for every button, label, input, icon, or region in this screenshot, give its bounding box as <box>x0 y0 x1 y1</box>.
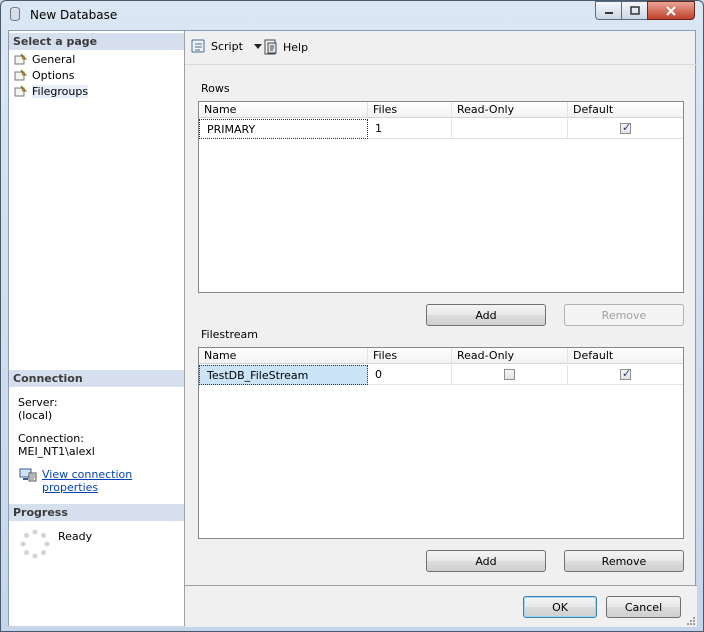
title-bar: New Database <box>1 1 703 29</box>
column-header-files[interactable]: Files <box>368 102 452 118</box>
rows-group-label: Rows <box>201 82 230 95</box>
help-label: Help <box>283 40 309 54</box>
page-icon <box>14 85 28 97</box>
page-item-label: Options <box>32 68 75 82</box>
column-header-read-only[interactable]: Read-Only <box>452 102 568 118</box>
resize-grip-icon[interactable] <box>685 615 695 625</box>
select-page-header: Select a page <box>9 33 184 50</box>
progress-status: Ready <box>58 530 93 543</box>
left-bottom-area <box>9 585 185 626</box>
dialog-client-area: Select a page General Options Filegroups… <box>8 30 697 627</box>
window-title: New Database <box>30 8 118 22</box>
script-icon <box>191 39 205 53</box>
filestream-group-label: Filestream <box>201 328 258 341</box>
column-header-name[interactable]: Name <box>199 102 368 118</box>
new-database-window: New Database Select a page General Optio… <box>0 0 704 632</box>
page-item-general[interactable]: General <box>14 51 75 67</box>
server-value: (local) <box>18 409 53 422</box>
rows-remove-button[interactable]: Remove <box>564 304 684 326</box>
maximize-icon <box>629 6 640 15</box>
default-checkbox[interactable]: ✓ <box>620 367 632 380</box>
help-icon <box>264 39 277 55</box>
column-header-files[interactable]: Files <box>368 348 452 364</box>
page-icon <box>14 69 28 81</box>
filestream-add-button[interactable]: Add <box>426 550 546 572</box>
page-item-label: Filegroups <box>32 84 89 98</box>
dialog-button-bar: OK Cancel <box>185 585 697 627</box>
server-label: Server: <box>18 396 58 409</box>
chevron-down-icon[interactable] <box>253 42 263 50</box>
connection-value: MEI_NT1\alexl <box>18 445 95 458</box>
rows-add-button[interactable]: Add <box>426 304 546 326</box>
cancel-button[interactable]: Cancel <box>606 596 681 618</box>
table-row-files-cell[interactable]: 1 <box>368 119 452 139</box>
close-button[interactable] <box>647 1 695 20</box>
page-icon <box>14 53 28 65</box>
connection-label: Connection: <box>18 432 84 445</box>
left-panel: Select a page General Options Filegroups… <box>9 31 185 585</box>
table-row-read-only-cell <box>452 365 568 385</box>
close-icon <box>666 5 676 16</box>
column-header-default[interactable]: Default <box>568 348 683 364</box>
column-header-name[interactable]: Name <box>199 348 368 364</box>
column-header-read-only[interactable]: Read-Only <box>452 348 568 364</box>
maximize-button[interactable] <box>621 1 648 20</box>
view-connection-properties-link[interactable]: View connection properties <box>42 468 184 494</box>
page-item-options[interactable]: Options <box>14 67 74 83</box>
progress-spinner-icon <box>20 529 50 559</box>
table-row-read-only-cell <box>452 119 568 139</box>
page-item-label: General <box>32 52 76 66</box>
page-item-filegroups[interactable]: Filegroups <box>14 83 89 99</box>
script-button[interactable]: Script <box>191 39 263 53</box>
database-icon <box>10 7 20 21</box>
filestream-grid[interactable]: Name Files Read-Only Default TestDB_File… <box>198 347 684 539</box>
toolbar: Script Help <box>185 31 697 65</box>
help-button[interactable]: Help <box>263 39 308 55</box>
rows-grid[interactable]: Name Files Read-Only Default PRIMARY 1 ✓ <box>198 101 684 293</box>
column-header-default[interactable]: Default <box>568 102 683 118</box>
ok-button[interactable]: OK <box>523 596 597 618</box>
table-row-default-cell: ✓ <box>568 365 683 385</box>
connection-properties-icon <box>19 468 37 482</box>
minimize-icon <box>604 11 613 14</box>
minimize-button[interactable] <box>595 1 622 20</box>
check-icon: ✓ <box>622 367 632 380</box>
script-label: Script <box>211 39 243 53</box>
table-row-default-cell: ✓ <box>568 119 683 139</box>
default-checkbox[interactable]: ✓ <box>620 121 632 134</box>
read-only-checkbox[interactable] <box>504 369 515 380</box>
table-row-files-cell[interactable]: 0 <box>368 365 452 385</box>
table-row-name-cell[interactable]: PRIMARY <box>199 119 368 139</box>
check-icon: ✓ <box>622 121 632 134</box>
table-row-name-cell[interactable]: TestDB_FileStream <box>199 365 368 385</box>
filestream-remove-button[interactable]: Remove <box>564 550 684 572</box>
connection-header: Connection <box>9 370 184 387</box>
progress-header: Progress <box>9 504 184 521</box>
